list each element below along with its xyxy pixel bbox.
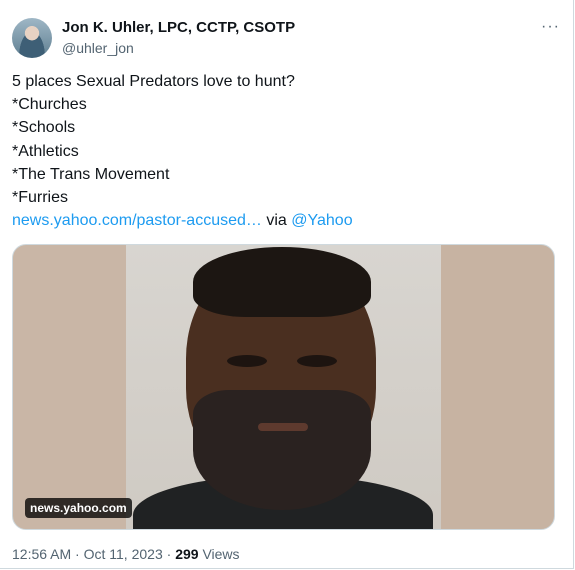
mugshot-eye bbox=[297, 355, 337, 367]
meta-separator: · bbox=[75, 546, 80, 562]
tweet-text: 5 places Sexual Predators love to hunt? … bbox=[12, 70, 557, 232]
author-display-name[interactable]: Jon K. Uhler, LPC, CCTP, CSOTP bbox=[62, 18, 295, 38]
tweet-date[interactable]: Oct 11, 2023 bbox=[84, 546, 163, 562]
mugshot-mouth bbox=[258, 423, 308, 431]
link-line: news.yahoo.com/pastor-accused… via @Yaho… bbox=[12, 209, 557, 232]
mugshot-beard bbox=[193, 390, 371, 510]
author-handle[interactable]: @uhler_jon bbox=[62, 38, 295, 58]
article-link[interactable]: news.yahoo.com/pastor-accused… bbox=[12, 212, 262, 229]
via-handle-link[interactable]: @Yahoo bbox=[291, 212, 352, 229]
ellipsis-icon[interactable]: ··· bbox=[541, 18, 560, 36]
media-card[interactable]: news.yahoo.com bbox=[12, 244, 555, 530]
source-badge: news.yahoo.com bbox=[25, 498, 132, 518]
tweet-card: Jon K. Uhler, LPC, CCTP, CSOTP @uhler_jo… bbox=[0, 0, 574, 569]
views-label: Views bbox=[202, 546, 240, 562]
avatar[interactable] bbox=[12, 18, 52, 58]
author-names: Jon K. Uhler, LPC, CCTP, CSOTP @uhler_jo… bbox=[62, 18, 295, 58]
tweet-line: 5 places Sexual Predators love to hunt? bbox=[12, 73, 295, 90]
tweet-line: *Churches bbox=[12, 96, 87, 114]
mugshot-hair bbox=[193, 247, 371, 317]
tweet-time[interactable]: 12:56 AM bbox=[12, 546, 71, 562]
tweet-line: *Furries bbox=[12, 189, 69, 207]
views-count: 299 bbox=[175, 546, 199, 562]
meta-separator: · bbox=[166, 546, 172, 562]
tweet-header: Jon K. Uhler, LPC, CCTP, CSOTP @uhler_jo… bbox=[12, 14, 562, 62]
tweet-line: *Athletics bbox=[12, 142, 79, 160]
tweet-line: *Schools bbox=[12, 119, 76, 137]
mugshot-eye bbox=[227, 355, 267, 367]
tweet-line: *The Trans Movement bbox=[12, 165, 170, 183]
tweet-meta: 12:56 AM · Oct 11, 2023 · 299 Views bbox=[12, 544, 240, 564]
via-text: via bbox=[266, 212, 287, 230]
